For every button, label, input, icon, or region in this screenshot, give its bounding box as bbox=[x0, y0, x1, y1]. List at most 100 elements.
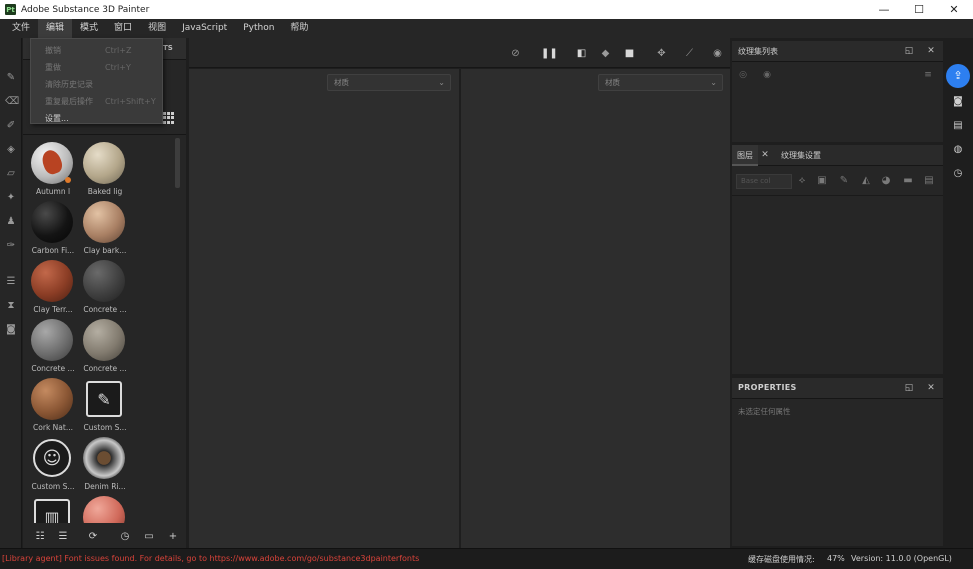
eye-icon[interactable]: ◉ bbox=[761, 69, 773, 81]
eraser-icon[interactable]: ⌫ bbox=[5, 96, 19, 108]
material-item[interactable]: Concrete ... bbox=[28, 317, 78, 375]
clone-stamp-icon[interactable]: ♟ bbox=[5, 216, 17, 228]
menu-javascript[interactable]: JavaScript bbox=[174, 19, 235, 38]
select-value: 材质 bbox=[605, 78, 620, 87]
menu-window[interactable]: 窗口 bbox=[106, 19, 140, 38]
material-item[interactable]: ▥ bbox=[28, 494, 78, 523]
close-icon[interactable]: ✕ bbox=[759, 149, 771, 161]
tab-layers[interactable]: 图层 bbox=[732, 145, 758, 166]
measure-icon[interactable]: ⧗ bbox=[5, 300, 17, 312]
delete-layer-icon[interactable]: ▤ bbox=[923, 175, 935, 187]
material-label: Clay Terr... bbox=[33, 305, 73, 314]
add-mask-icon[interactable]: ▣ bbox=[816, 175, 828, 187]
menu-file[interactable]: 文件 bbox=[4, 19, 38, 38]
menu-item-undo[interactable]: 撤销 Ctrl+Z bbox=[31, 42, 162, 59]
bake-icon[interactable]: ☰ bbox=[5, 276, 17, 288]
viewport-3d[interactable]: 材质 ⌄ bbox=[189, 69, 459, 548]
visibility-icon[interactable]: ◎ bbox=[737, 69, 749, 81]
menu-edit[interactable]: 编辑 bbox=[38, 19, 73, 38]
filter-icon[interactable]: ☷ bbox=[34, 531, 46, 543]
symmetry-icon[interactable]: ◧ bbox=[575, 47, 588, 60]
geometry-mask-icon[interactable]: ◈ bbox=[5, 144, 17, 156]
hide-icon[interactable]: ⊘ bbox=[509, 47, 522, 60]
menu-item-repeat-last[interactable]: 重复最后操作 Ctrl+Shift+Y bbox=[31, 93, 162, 110]
refresh-icon[interactable]: ⟳ bbox=[87, 531, 99, 543]
minimize-button[interactable]: — bbox=[866, 0, 902, 19]
material-thumbnail bbox=[31, 260, 73, 302]
menu-help[interactable]: 帮助 bbox=[282, 19, 316, 38]
menu-item-label: 重做 bbox=[45, 63, 61, 72]
material-label: Autumn l bbox=[35, 187, 71, 196]
shelf-toolbar: ☷ ☰ ⟳ ◷ ▭ + bbox=[23, 526, 186, 548]
projection-icon[interactable]: ✐ bbox=[5, 120, 17, 132]
shelf-scrollbar[interactable] bbox=[175, 138, 180, 188]
screenshot-icon[interactable]: ◙ bbox=[5, 324, 17, 336]
render-icon[interactable]: ✥ bbox=[655, 47, 668, 60]
menu-item-redo[interactable]: 重做 Ctrl+Y bbox=[31, 59, 162, 76]
chevron-down-icon: ⌄ bbox=[438, 78, 445, 87]
stack-icon[interactable]: ☰ bbox=[57, 531, 69, 543]
close-window-button[interactable]: ✕ bbox=[936, 0, 972, 19]
menu-item-label: 撤销 bbox=[45, 46, 61, 55]
history-panel-icon[interactable]: ◷ bbox=[950, 166, 966, 182]
viewport-3d-channel-select[interactable]: 材质 ⌄ bbox=[327, 74, 451, 91]
material-item[interactable]: Denim Ri... bbox=[80, 435, 130, 493]
menu-bar: 文件 编辑 模式 窗口 视图 JavaScript Python 帮助 bbox=[0, 19, 973, 38]
float-panel-icon[interactable]: ◱ bbox=[903, 45, 915, 57]
viewport-2d-channel-select[interactable]: 材质 ⌄ bbox=[598, 74, 723, 91]
menu-view[interactable]: 视图 bbox=[140, 19, 174, 38]
menu-mode[interactable]: 模式 bbox=[72, 19, 106, 38]
paint-brush-icon[interactable]: ✎ bbox=[5, 72, 17, 84]
smudge-icon[interactable]: ✦ bbox=[5, 192, 17, 204]
material-item[interactable]: Clay bark... bbox=[80, 199, 130, 257]
display-settings-icon[interactable]: ◙ bbox=[950, 94, 966, 110]
shader-settings-icon[interactable]: ▤ bbox=[950, 118, 966, 134]
environment-icon[interactable]: ◍ bbox=[950, 142, 966, 158]
shelf-tab-assets[interactable]: TS bbox=[163, 44, 173, 52]
material-item[interactable]: Baked lig bbox=[80, 140, 130, 198]
close-icon[interactable]: ✕ bbox=[925, 45, 937, 57]
shelf-divider bbox=[23, 134, 186, 135]
material-item[interactable] bbox=[80, 494, 130, 523]
folder-icon[interactable]: ▭ bbox=[143, 531, 155, 543]
menu-item-shortcut: Ctrl+Shift+Y bbox=[105, 97, 156, 106]
add-effect-icon[interactable]: ⟡ bbox=[796, 175, 808, 187]
camera-icon[interactable]: ■ bbox=[623, 47, 636, 60]
color-picker-icon[interactable]: ✑ bbox=[5, 240, 17, 252]
grid-view-icon[interactable] bbox=[163, 112, 175, 124]
material-label: Custom S... bbox=[83, 423, 127, 432]
polygon-fill-icon[interactable]: ▱ bbox=[5, 168, 17, 180]
material-item[interactable]: Concrete ... bbox=[80, 258, 130, 316]
screenshot-camera-icon[interactable]: ◉ bbox=[711, 47, 724, 60]
version-label: Version: 11.0.0 (OpenGL) bbox=[851, 554, 952, 563]
status-message[interactable]: [Library agent] Font issues found. For d… bbox=[2, 554, 419, 563]
material-item[interactable]: Carbon Fi... bbox=[28, 199, 78, 257]
viewport-2d[interactable]: 材质 ⌄ bbox=[461, 69, 730, 548]
add-smart-material-icon[interactable]: ◕ bbox=[880, 175, 892, 187]
blend-mode-select[interactable]: Base col bbox=[736, 174, 792, 189]
menu-icon[interactable]: ≡ bbox=[922, 69, 934, 81]
material-item[interactable]: Concrete ... bbox=[80, 317, 130, 375]
cube-icon[interactable]: ◆ bbox=[599, 47, 612, 60]
material-item[interactable]: ✎ Custom S... bbox=[80, 376, 130, 434]
brush-view-icon[interactable]: ⟋ bbox=[683, 47, 696, 60]
close-icon[interactable]: ✕ bbox=[925, 382, 937, 394]
add-icon[interactable]: + bbox=[167, 531, 179, 543]
float-panel-icon[interactable]: ◱ bbox=[903, 382, 915, 394]
material-grid: Autumn l Baked lig Carbon Fi... Clay bar… bbox=[28, 138, 173, 523]
add-paint-layer-icon[interactable]: ✎ bbox=[838, 175, 850, 187]
material-item[interactable]: Clay Terr... bbox=[28, 258, 78, 316]
add-folder-icon[interactable]: ▬ bbox=[902, 175, 914, 187]
history-icon[interactable]: ◷ bbox=[119, 531, 131, 543]
material-item[interactable]: Cork Nat... bbox=[28, 376, 78, 434]
material-item[interactable]: ☺ Custom S... bbox=[28, 435, 78, 493]
material-item[interactable]: Autumn l bbox=[28, 140, 78, 198]
export-icon[interactable]: ⇪ bbox=[946, 64, 970, 88]
add-fill-layer-icon[interactable]: ◭ bbox=[860, 175, 872, 187]
menu-python[interactable]: Python bbox=[235, 19, 282, 38]
menu-item-clear-history[interactable]: 清除历史记录 bbox=[31, 76, 162, 93]
maximize-button[interactable]: ☐ bbox=[901, 0, 937, 19]
tab-texture-set-settings[interactable]: 纹理集设置 bbox=[776, 145, 826, 166]
pause-icon[interactable]: ❚❚ bbox=[541, 47, 558, 60]
menu-item-settings[interactable]: 设置... bbox=[31, 110, 162, 127]
